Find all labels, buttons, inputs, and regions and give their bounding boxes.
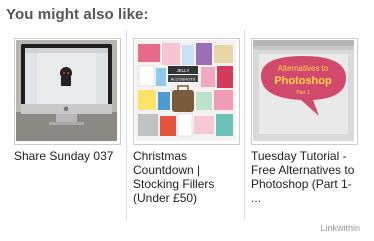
related-post-item[interactable]: Share Sunday 037: [8, 30, 125, 220]
related-post-title[interactable]: Tuesday Tutorial - Free Alternatives to …: [251, 149, 359, 205]
graphic-text-part: Part 1: [296, 90, 310, 96]
related-post-item[interactable]: JELLY ALCOSHOTS Christmas Countdown | St…: [126, 30, 244, 220]
speech-bubble-graphic-image[interactable]: Alternatives to Photoshop Part 1: [251, 38, 358, 145]
collage-text-jelly: JELLY: [177, 68, 190, 73]
widget-title: You might also like:: [6, 6, 149, 23]
product-collage-image[interactable]: JELLY ALCOSHOTS: [133, 38, 240, 145]
related-post-title[interactable]: Christmas Countdown | Stocking Fillers (…: [133, 149, 241, 205]
collage-text-alcoshots: ALCOSHOTS: [171, 77, 196, 82]
related-post-item[interactable]: Alternatives to Photoshop Part 1 Tuesday…: [244, 30, 362, 220]
linkwithin-credit-link[interactable]: Linkwithin: [320, 223, 360, 233]
graphic-text-alternatives: Alternatives to: [278, 64, 329, 73]
related-post-title[interactable]: Share Sunday 037: [14, 149, 122, 163]
related-posts-list: Share Sunday 037 JELLY ALCOSHOTS Christm…: [8, 30, 364, 220]
graphic-text-photoshop: Photoshop: [274, 75, 332, 87]
imac-screenshot-image[interactable]: [14, 38, 121, 145]
